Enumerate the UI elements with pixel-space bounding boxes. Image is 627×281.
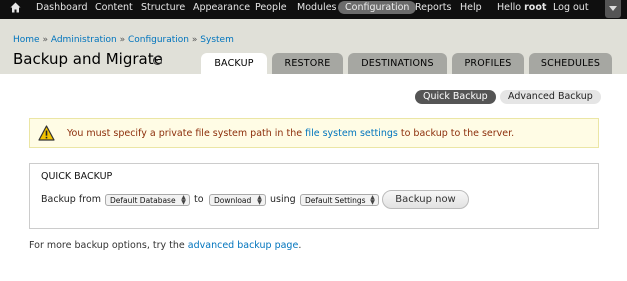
toolbar-item-modules[interactable]: Modules	[297, 0, 337, 19]
tab-profiles[interactable]: PROFILES	[452, 53, 524, 74]
select-arrows-icon: ▲ ▼	[257, 194, 262, 206]
backup-from-label: Backup from	[41, 194, 101, 205]
toolbar-logout[interactable]: Log out	[553, 0, 589, 19]
breadcrumb-administration[interactable]: Administration	[51, 35, 117, 45]
more-options-before: For more backup options, try the	[29, 240, 185, 251]
source-select-value: Default Database	[110, 196, 176, 205]
select-arrows-icon: ▲ ▼	[370, 194, 375, 206]
toolbar-drawer-toggle[interactable]	[605, 0, 621, 18]
toolbar-item-people[interactable]: People	[255, 0, 287, 19]
warning-icon	[38, 125, 55, 144]
quick-backup-fieldset: QUICK BACKUP Backup from Default Databas…	[29, 163, 599, 229]
using-label: using	[270, 194, 296, 205]
toolbar-item-help[interactable]: Help	[460, 0, 482, 19]
warning-text-after: to backup to the server.	[400, 128, 515, 139]
warning-text-before: You must specify a private file system p…	[67, 128, 303, 139]
breadcrumb-configuration[interactable]: Configuration	[128, 35, 189, 45]
tab-restore[interactable]: RESTORE	[272, 53, 343, 74]
tab-backup[interactable]: BACKUP	[201, 53, 267, 74]
advanced-backup-button[interactable]: Advanced Backup	[500, 90, 601, 104]
advanced-backup-page-link[interactable]: advanced backup page	[188, 240, 299, 251]
destination-select[interactable]: Download ▲ ▼	[209, 194, 266, 206]
toolbar-item-content[interactable]: Content	[95, 0, 133, 19]
toolbar-item-configuration[interactable]: Configuration	[338, 1, 417, 14]
quick-backup-legend: QUICK BACKUP	[41, 171, 113, 182]
profile-select[interactable]: Default Settings ▲ ▼	[300, 194, 379, 206]
toolbar-item-reports[interactable]: Reports	[415, 0, 451, 19]
quick-backup-button[interactable]: Quick Backup	[415, 90, 496, 104]
page-header: Home » Administration » Configuration » …	[0, 19, 627, 74]
breadcrumb-separator: »	[42, 35, 48, 45]
home-icon[interactable]	[9, 0, 23, 19]
chevron-down-icon	[609, 6, 617, 11]
select-arrows-icon: ▲ ▼	[181, 194, 186, 206]
file-system-settings-link[interactable]: file system settings	[305, 128, 398, 139]
profile-select-value: Default Settings	[305, 196, 366, 205]
tab-schedules[interactable]: SCHEDULES	[529, 53, 612, 74]
toolbar-item-dashboard[interactable]: Dashboard	[36, 0, 88, 19]
username: root	[524, 2, 547, 13]
page-title: Backup and Migrate	[13, 50, 163, 68]
add-shortcut-icon[interactable]	[153, 56, 162, 65]
breadcrumb: Home » Administration » Configuration » …	[13, 35, 234, 45]
tab-destinations[interactable]: DESTINATIONS	[348, 53, 447, 74]
more-options-text: For more backup options, try the advance…	[29, 240, 301, 251]
hello-prefix: Hello	[497, 2, 522, 13]
breadcrumb-system[interactable]: System	[200, 35, 234, 45]
breadcrumb-separator: »	[191, 35, 198, 45]
backup-now-button[interactable]: Backup now	[382, 190, 469, 209]
toolbar-item-structure[interactable]: Structure	[141, 0, 185, 19]
toolbar-item-appearance[interactable]: Appearance	[193, 0, 250, 19]
breadcrumb-separator: »	[119, 35, 126, 45]
more-options-after: .	[298, 240, 302, 251]
destination-select-value: Download	[214, 196, 252, 205]
warning-message: You must specify a private file system p…	[29, 118, 599, 148]
to-label: to	[194, 194, 204, 205]
admin-toolbar: Dashboard Content Structure Appearance P…	[0, 0, 627, 19]
breadcrumb-home[interactable]: Home	[13, 35, 40, 45]
warning-text: You must specify a private file system p…	[67, 128, 514, 139]
toolbar-user[interactable]: Hello root	[497, 0, 546, 19]
source-select[interactable]: Default Database ▲ ▼	[105, 194, 190, 206]
